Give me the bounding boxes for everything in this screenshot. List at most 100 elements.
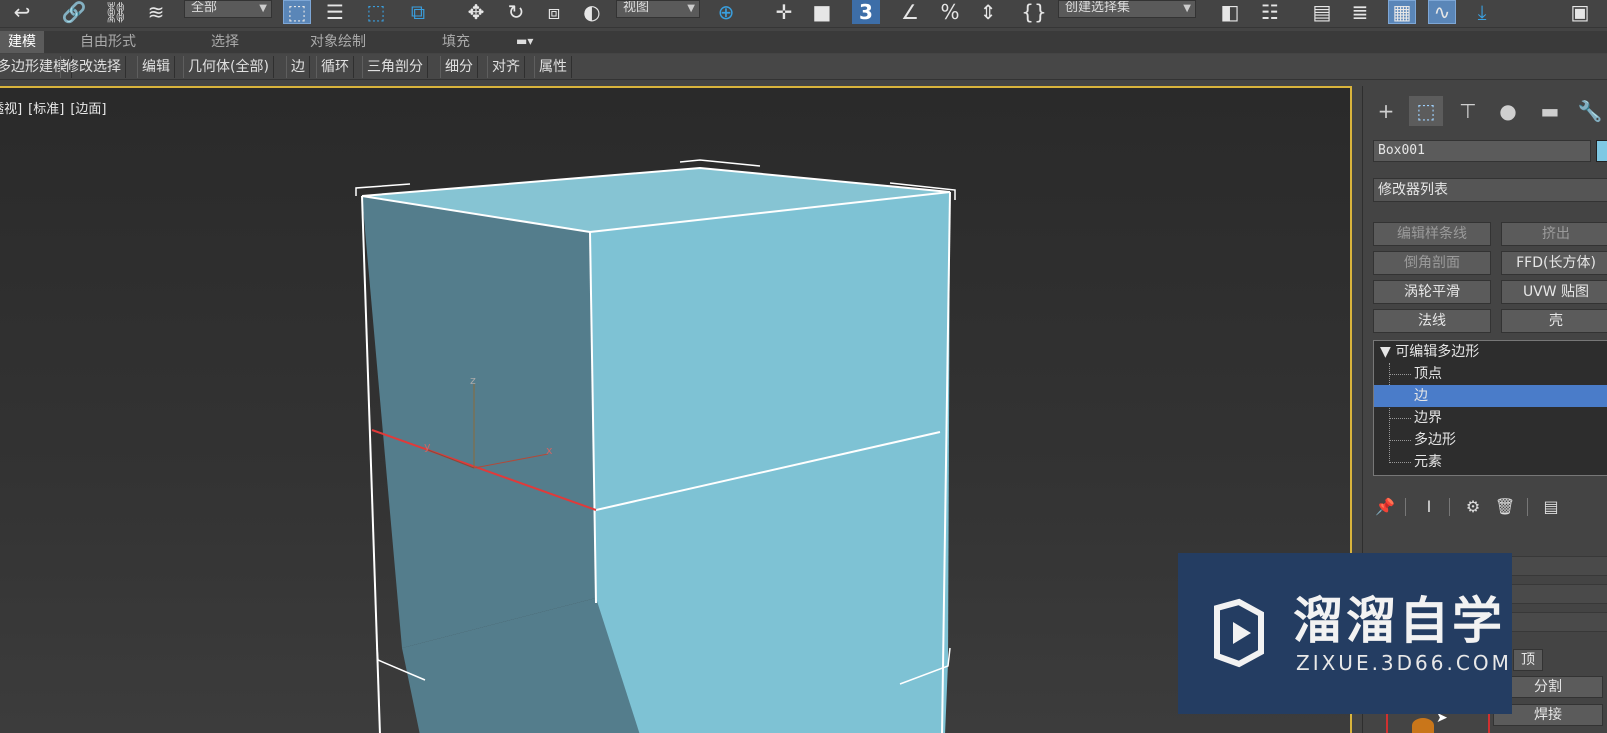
selection-filter-dropdown[interactable]: 全部 ▼ (184, 0, 272, 18)
show-end-result-icon[interactable]: Ⅰ (1417, 494, 1441, 518)
layer-explorer-icon[interactable]: ▤ (1308, 0, 1336, 24)
tab-populate[interactable]: 填充 (442, 31, 470, 53)
ribbon-geometry-all[interactable]: 几何体(全部) (183, 56, 274, 78)
curve-editor-icon[interactable]: ∿ (1428, 0, 1456, 24)
ribbon-edges[interactable]: 边 (286, 56, 310, 78)
separator (1527, 498, 1528, 516)
ribbon-tab-bar: 建模 自由形式 选择 对象绘制 填充 ▬▾ (0, 31, 1607, 53)
watermark-title: 溜溜自学 (1293, 592, 1505, 650)
ribbon-edit[interactable]: 编辑 (137, 56, 175, 78)
mod-edit-spline-button[interactable]: 编辑样条线 (1373, 222, 1491, 246)
select-manipulate-icon[interactable]: ✛ (770, 0, 798, 24)
named-selection-value: 创建选择集 (1065, 0, 1131, 15)
watermark-logo-icon (1214, 598, 1264, 668)
collapse-triangle-icon[interactable]: ▼ (1380, 344, 1395, 360)
mod-shell-button[interactable]: 壳 (1501, 309, 1607, 333)
watermark-url: ZIXUE.3D66.COM (1296, 651, 1512, 675)
selection-bracket-top (679, 159, 761, 167)
perspective-viewport[interactable]: [透视][标准][边面] (0, 86, 1352, 733)
mirror-icon[interactable]: ◧ (1216, 0, 1244, 24)
rotate-icon[interactable]: ↻ (502, 0, 530, 24)
axis-y-label: y (424, 440, 431, 453)
reference-coord-value: 视图 (623, 0, 650, 15)
ribbon-tris[interactable]: 三角剖分 (362, 56, 428, 78)
percent-snap-icon[interactable]: % (936, 0, 964, 24)
box-left-face (362, 196, 596, 648)
object-name-field[interactable]: Box001 (1373, 140, 1591, 162)
scale-icon[interactable]: ⧈ (540, 0, 568, 24)
select-by-name-icon[interactable]: ☰ (321, 0, 349, 24)
separator (1449, 498, 1450, 516)
display-tab-icon[interactable]: ▬ (1533, 96, 1567, 126)
stack-item-edge[interactable]: 边 (1374, 385, 1607, 407)
tab-freeform[interactable]: 自由形式 (80, 31, 136, 53)
chevron-down-icon: ▼ (687, 3, 695, 14)
stack-item-border[interactable]: 边界 (1374, 407, 1607, 429)
named-selection-dropdown[interactable]: 创建选择集 ▼ (1058, 0, 1196, 18)
placement-icon[interactable]: ◐ (578, 0, 606, 24)
remove-modifier-icon[interactable]: 🗑 (1493, 494, 1517, 518)
ribbon-subdivision[interactable]: 细分 (440, 56, 478, 78)
ribbon-modify-selection[interactable]: 修改选择 (60, 56, 126, 78)
stack-editable-poly[interactable]: ▼ 可编辑多边形 (1374, 341, 1607, 363)
modify-tab-icon[interactable]: ⬚ (1409, 96, 1443, 126)
schematic-view-icon[interactable]: ⤓ (1468, 0, 1496, 24)
selection-filter-value: 全部 (191, 0, 218, 15)
rect-selection-icon[interactable]: ⬚ (362, 0, 390, 24)
keyboard-shortcut-icon[interactable]: ■ (808, 0, 836, 24)
mod-normal-button[interactable]: 法线 (1373, 309, 1491, 333)
window-crossing-icon[interactable]: ⧉ (404, 0, 432, 24)
reference-coord-dropdown[interactable]: 视图 ▼ (616, 0, 700, 18)
ribbon-loops[interactable]: 循环 (316, 56, 354, 78)
utilities-tab-icon[interactable]: 🔧 (1573, 96, 1607, 126)
main-toolbar: ↩ 🔗 ⛓ ≋ 全部 ▼ ⬚ ☰ ⬚ ⧉ ✥ ↻ ⧈ ◐ 视图 ▼ ⊕ ✛ ■ … (0, 0, 1607, 28)
partial-label: 顶 (1513, 649, 1543, 671)
motion-tab-icon[interactable]: ● (1491, 96, 1525, 126)
watermark: 溜溜自学 ZIXUE.3D66.COM (1178, 553, 1512, 714)
ribbon-align[interactable]: 对齐 (487, 56, 525, 78)
redo-icon[interactable]: ↩ (8, 0, 36, 24)
layers-icon[interactable]: ≣ (1346, 0, 1374, 24)
move-icon[interactable]: ✥ (462, 0, 490, 24)
stack-item-element[interactable]: 元素 (1374, 451, 1607, 473)
edit-named-selection-icon[interactable]: {} (1020, 0, 1048, 24)
link-icon[interactable]: 🔗 (60, 0, 88, 24)
tab-modeling[interactable]: 建模 (0, 31, 44, 53)
modifier-stack: ▼ 可编辑多边形 顶点 边 边界 多边形 元素 (1373, 340, 1607, 476)
tab-selection[interactable]: 选择 (211, 31, 239, 53)
viewport-scene: z y x (355, 159, 956, 733)
pin-stack-icon[interactable]: 📌 (1373, 494, 1397, 518)
ribbon-toggle-icon[interactable]: ▦ (1388, 0, 1416, 24)
stack-item-vertex[interactable]: 顶点 (1374, 363, 1607, 385)
axis-x-label: x (546, 444, 553, 457)
modifier-list-dropdown[interactable]: 修改器列表 (1373, 178, 1607, 202)
axis-z-label: z (470, 374, 476, 387)
ribbon-properties[interactable]: 属性 (534, 56, 572, 78)
hierarchy-tab-icon[interactable]: ⊤ (1451, 96, 1485, 126)
unlink-icon[interactable]: ⛓ (102, 0, 130, 24)
angle-snap-icon[interactable]: ∠ (896, 0, 924, 24)
ribbon-options-icon[interactable]: ▬▾ (516, 34, 542, 48)
mod-ffd-box-button[interactable]: FFD(长方体) (1501, 251, 1607, 275)
make-unique-icon[interactable]: ⚙ (1461, 494, 1485, 518)
pivot-center-icon[interactable]: ⊕ (712, 0, 740, 24)
mod-turbosmooth-button[interactable]: 涡轮平滑 (1373, 280, 1491, 304)
stack-item-polygon[interactable]: 多边形 (1374, 429, 1607, 451)
object-color-swatch[interactable] (1596, 140, 1607, 162)
align-icon[interactable]: ☷ (1256, 0, 1284, 24)
tab-object-paint[interactable]: 对象绘制 (310, 31, 366, 53)
stack-toolbar: 📌 Ⅰ ⚙ 🗑 ▤ (1373, 494, 1603, 520)
mod-uvw-map-button[interactable]: UVW 贴图 (1501, 280, 1607, 304)
chevron-down-icon: ▼ (1183, 3, 1191, 14)
spinner-snap-icon[interactable]: ⇕ (974, 0, 1002, 24)
create-tab-icon[interactable]: + (1369, 96, 1403, 126)
bind-spacewarp-icon[interactable]: ≋ (142, 0, 170, 24)
stack-root-label: 可编辑多边形 (1395, 344, 1480, 360)
mod-bevel-profile-button[interactable]: 倒角剖面 (1373, 251, 1491, 275)
snaps-toggle-icon[interactable]: 3 (852, 0, 880, 24)
configure-modifier-sets-icon[interactable]: ▤ (1539, 494, 1563, 518)
mod-extrude-button[interactable]: 挤出 (1501, 222, 1607, 246)
ribbon-panel-bar: 多边形建模 修改选择 编辑 几何体(全部) 边 循环 三角剖分 细分 对齐 属性 (0, 54, 1607, 80)
select-object-icon[interactable]: ⬚ (283, 0, 311, 24)
material-editor-icon[interactable]: ▣ (1566, 0, 1594, 24)
